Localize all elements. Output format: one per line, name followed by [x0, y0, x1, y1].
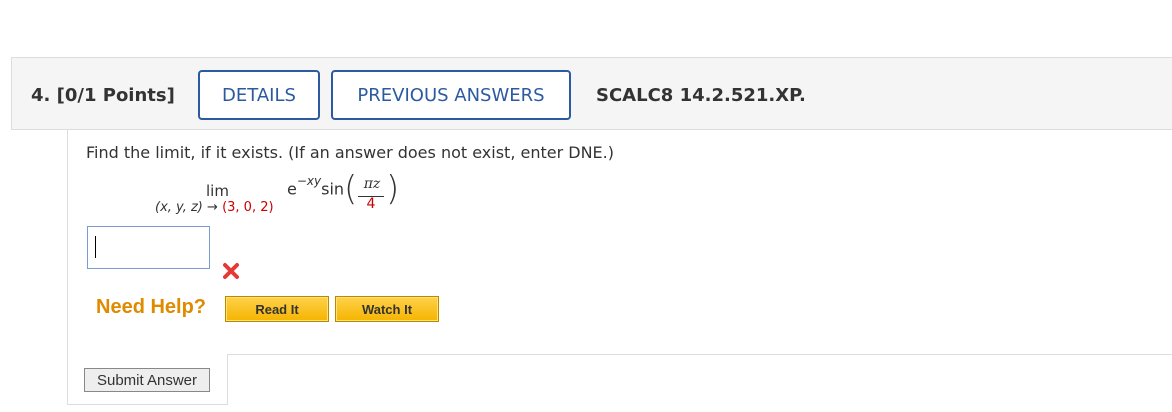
limit-operator: lim: [206, 182, 229, 200]
question-header: [11, 57, 1172, 130]
expr-exponent: −xy: [296, 174, 322, 188]
expr-function: sin: [321, 179, 345, 199]
course-code: SCALC8 14.2.521.XP.: [596, 85, 806, 106]
content-border: [67, 130, 68, 404]
left-paren: (: [344, 169, 358, 209]
limit-arrow: →: [207, 200, 218, 215]
content-border: [227, 354, 1172, 355]
details-button[interactable]: DETAILS: [198, 70, 320, 120]
right-paren: ): [386, 169, 400, 209]
answer-input[interactable]: [87, 226, 210, 269]
incorrect-x-icon: [223, 263, 239, 279]
question-points-label: 4. [0/1 Points]: [31, 85, 175, 106]
need-help-label: Need Help?: [96, 296, 207, 318]
limit-subscript: (x, y, z) → (3, 0, 2): [155, 200, 274, 215]
expr-base: e: [287, 179, 297, 199]
limit-expression: e−xysin: [287, 174, 345, 199]
fraction-denominator: 4: [366, 196, 376, 212]
content-border: [227, 354, 228, 405]
read-it-button[interactable]: Read It: [225, 296, 329, 322]
previous-answers-button[interactable]: PREVIOUS ANSWERS: [331, 70, 571, 120]
watch-it-button[interactable]: Watch It: [335, 296, 439, 322]
content-border: [67, 404, 228, 405]
text-caret: [95, 236, 96, 258]
submit-answer-button[interactable]: Submit Answer: [84, 368, 210, 392]
limit-variables: (x, y, z): [155, 200, 203, 215]
fraction-numerator: πz: [363, 176, 381, 192]
limit-point: (3, 0, 2): [222, 200, 274, 215]
problem-instruction: Find the limit, if it exists. (If an ans…: [86, 143, 614, 162]
